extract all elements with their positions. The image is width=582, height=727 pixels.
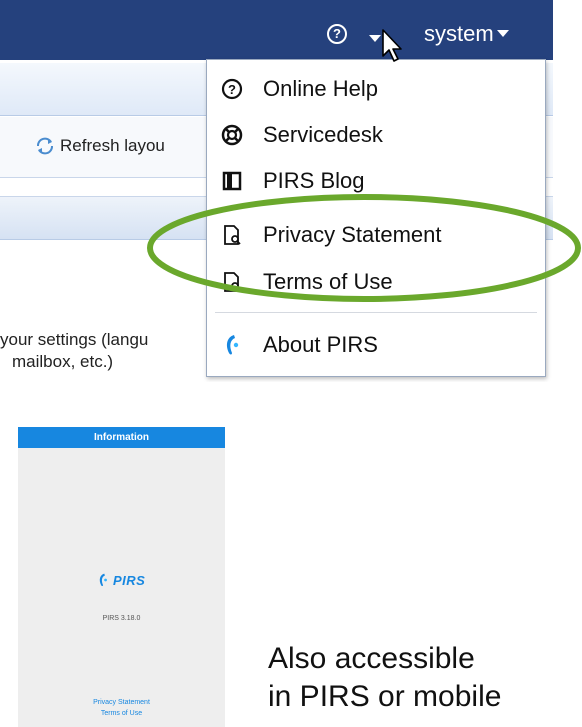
user-menu-label: system bbox=[424, 21, 494, 46]
menu-item-label: PIRS Blog bbox=[263, 168, 365, 193]
document-search-icon bbox=[221, 224, 243, 246]
app-screenshot: ? system Refresh layou your settings (la… bbox=[0, 0, 553, 382]
menu-item-label: About PIRS bbox=[263, 332, 378, 357]
document-search-icon bbox=[221, 271, 243, 293]
menu-item-label: Servicedesk bbox=[263, 122, 383, 147]
version-text: PIRS 3.18.0 bbox=[102, 615, 141, 622]
help-dropdown-menu: ? Online Help Servicedesk PIRS Blog Priv… bbox=[206, 59, 546, 377]
menu-divider bbox=[215, 312, 537, 313]
info-header: Information bbox=[18, 427, 225, 448]
privacy-statement-link[interactable]: Privacy Statement bbox=[18, 699, 225, 706]
menu-item-label: Terms of Use bbox=[263, 269, 393, 294]
menu-item-terms-of-use[interactable]: Terms of Use bbox=[207, 262, 545, 302]
mouse-cursor-icon bbox=[382, 29, 402, 62]
caption-line: in PIRS or mobile bbox=[268, 680, 502, 713]
pirs-logo-icon bbox=[99, 573, 107, 587]
pirs-logo-text: PIRS bbox=[113, 572, 146, 588]
refresh-layout-label: Refresh layou bbox=[60, 136, 165, 155]
menu-item-label: Online Help bbox=[263, 76, 378, 101]
help-icon[interactable]: ? bbox=[327, 24, 347, 44]
menu-item-privacy-statement[interactable]: Privacy Statement bbox=[207, 215, 545, 255]
lifebuoy-icon bbox=[221, 124, 243, 146]
terms-of-use-link[interactable]: Terms of Use bbox=[18, 710, 225, 717]
pirs-logo: PIRS bbox=[96, 572, 145, 588]
settings-text-line: your settings (langu bbox=[0, 330, 149, 349]
caption-line: Also accessible bbox=[268, 642, 475, 675]
svg-text:?: ? bbox=[228, 82, 236, 97]
pirs-logo-icon bbox=[221, 334, 243, 356]
menu-item-pirs-blog[interactable]: PIRS Blog bbox=[207, 161, 545, 201]
menu-item-online-help[interactable]: ? Online Help bbox=[207, 69, 545, 109]
menu-item-label: Privacy Statement bbox=[263, 222, 442, 247]
refresh-layout-button[interactable]: Refresh layou bbox=[34, 131, 165, 161]
mobile-info-screenshot: Information PIRS PIRS 3.18.0 Privacy Sta… bbox=[18, 427, 225, 727]
book-icon bbox=[221, 170, 243, 192]
menu-item-servicedesk[interactable]: Servicedesk bbox=[207, 115, 545, 155]
top-navigation-bar: ? system bbox=[0, 0, 553, 60]
question-circle-icon: ? bbox=[221, 78, 243, 100]
chevron-down-icon[interactable] bbox=[369, 35, 381, 42]
settings-text-line: mailbox, etc.) bbox=[12, 352, 114, 371]
refresh-icon bbox=[37, 137, 53, 155]
user-menu[interactable]: system bbox=[424, 21, 509, 47]
chevron-down-icon bbox=[496, 30, 509, 38]
menu-item-about-pirs[interactable]: About PIRS bbox=[207, 325, 545, 365]
caption-text: Also accessible in PIRS or mobile bbox=[268, 640, 501, 716]
settings-description: your settings (langu mailbox, etc.) bbox=[0, 329, 148, 373]
